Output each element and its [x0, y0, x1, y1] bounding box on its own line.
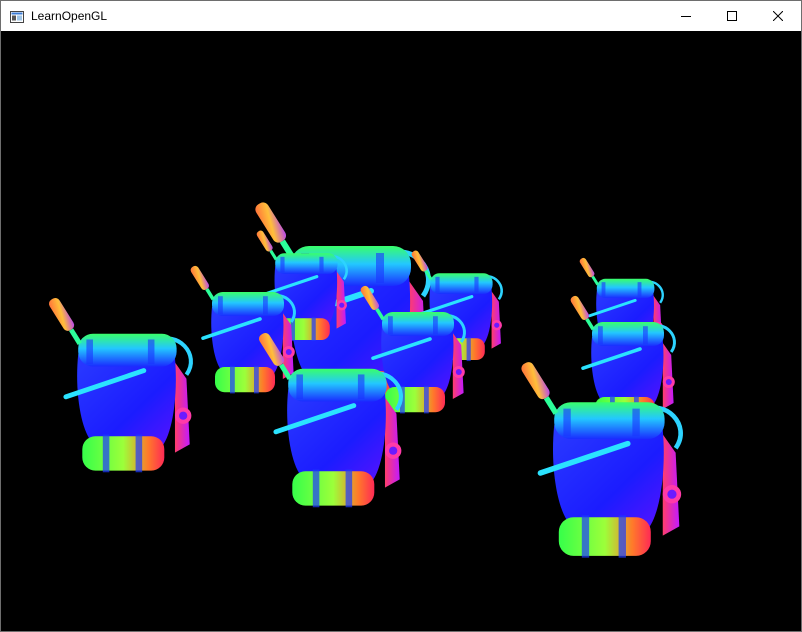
render-viewport[interactable] [1, 31, 801, 631]
scene-canvas [1, 31, 801, 631]
window-title: LearnOpenGL [31, 9, 108, 23]
backpack-model [47, 296, 191, 472]
app-window-icon [10, 10, 24, 23]
close-icon [773, 11, 783, 21]
maximize-button[interactable] [709, 1, 755, 31]
title-bar[interactable]: LearnOpenGL [1, 1, 801, 31]
minimize-button[interactable] [663, 1, 709, 31]
close-button[interactable] [755, 1, 801, 31]
maximize-icon [727, 11, 737, 21]
minimize-icon [681, 11, 691, 21]
app-window: LearnOpenGL [0, 0, 802, 632]
